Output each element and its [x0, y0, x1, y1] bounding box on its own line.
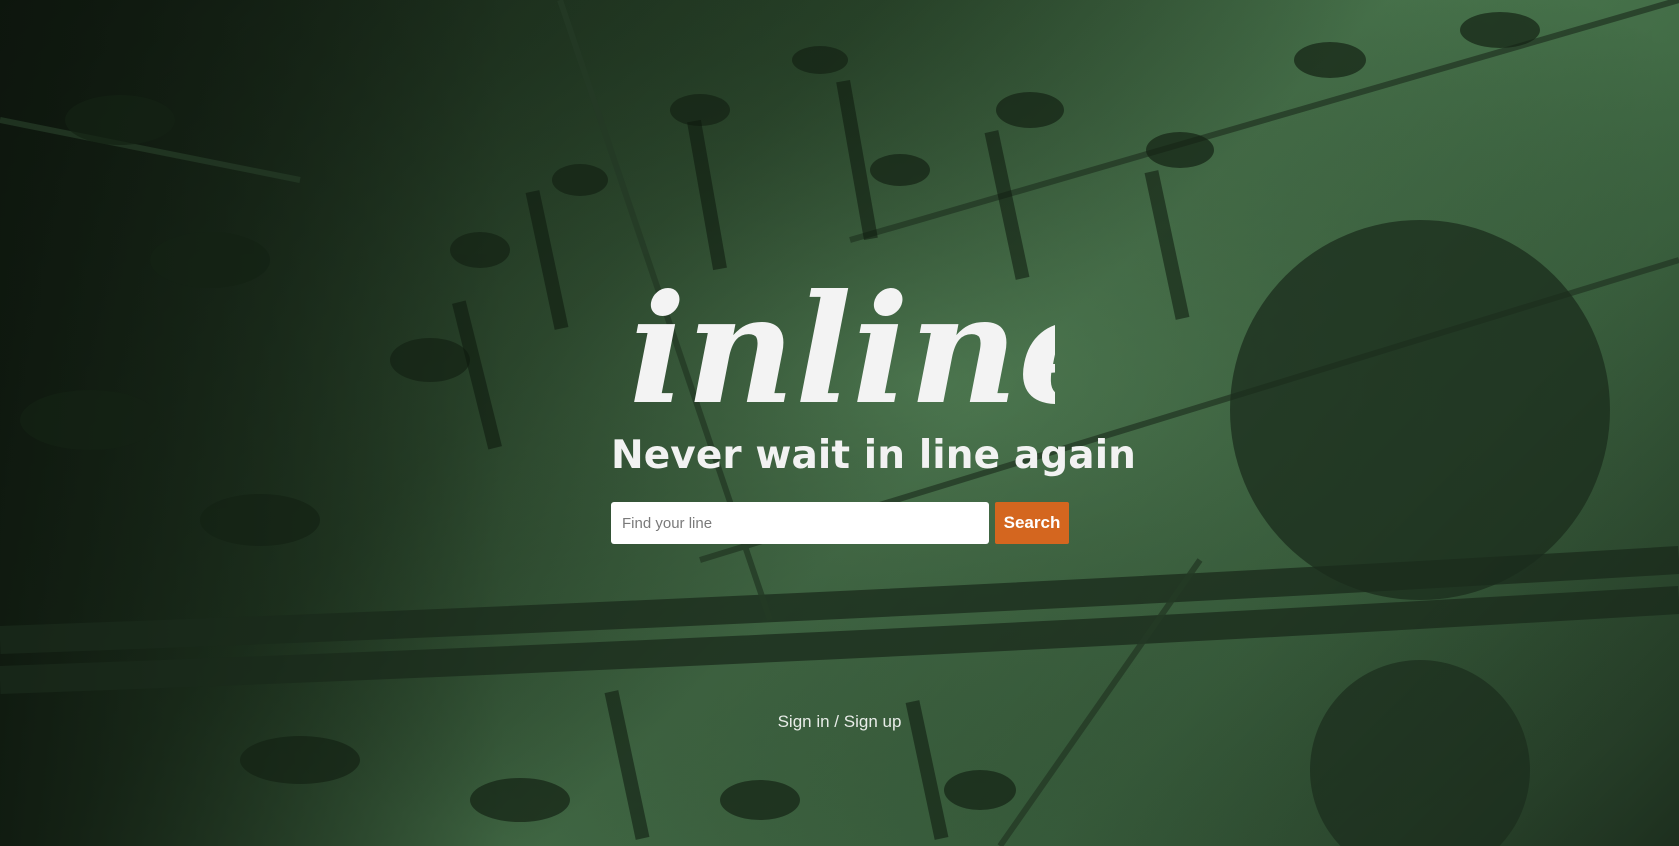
hero-content: inline Never wait in line again Search S…	[0, 0, 1679, 846]
logo-text: inline	[629, 262, 1055, 422]
search-button[interactable]: Search	[995, 502, 1069, 544]
search-form: Search	[611, 502, 1069, 544]
sign-in-sign-up-link[interactable]: Sign in / Sign up	[0, 712, 1679, 732]
search-input[interactable]	[611, 502, 989, 544]
hero-tagline: Never wait in line again	[611, 433, 1137, 478]
hero-section: inline Never wait in line again Search S…	[0, 0, 1679, 846]
inline-logo[interactable]: inline	[625, 262, 1055, 422]
